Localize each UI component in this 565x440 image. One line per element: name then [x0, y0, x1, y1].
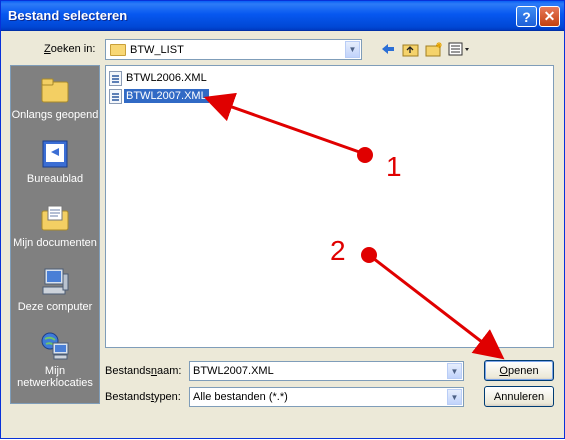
annotation-layer [203, 92, 505, 360]
annotation-arrow-2 [361, 247, 505, 360]
annotation-arrow-1 [203, 92, 373, 163]
annotation-number-1: 1 [386, 151, 402, 182]
file-dialog: Bestand selecteren ? ✕ Zoeken in: BTW_LI… [0, 0, 565, 439]
annotation-number-2: 2 [330, 235, 346, 266]
